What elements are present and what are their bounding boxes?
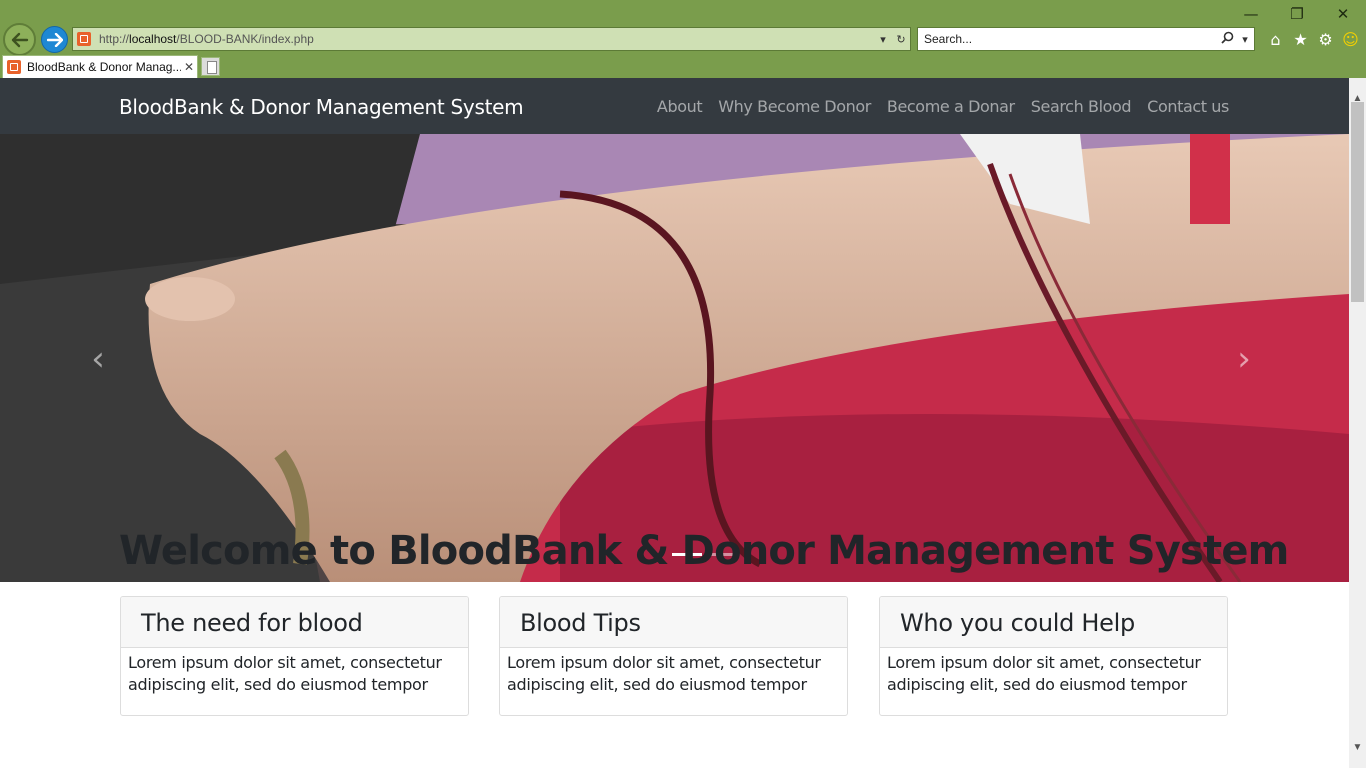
scroll-down-icon[interactable]: ▼ bbox=[1349, 739, 1366, 756]
site-favicon-icon bbox=[77, 32, 91, 46]
site-brand[interactable]: BloodBank & Donor Management System bbox=[119, 95, 524, 119]
carousel-prev-button[interactable]: ‹ bbox=[83, 339, 113, 379]
favorites-star-icon[interactable]: ★ bbox=[1291, 28, 1310, 50]
address-dropdown-icon[interactable]: ▾ bbox=[874, 33, 892, 46]
card-who-you-could-help: Who you could Help Lorem ipsum dolor sit… bbox=[879, 596, 1228, 716]
carousel-slide-image bbox=[0, 134, 1349, 582]
new-tab-button[interactable] bbox=[201, 57, 220, 76]
welcome-heading: Welcome to BloodBank & Donor Management … bbox=[119, 528, 1289, 574]
card-body: Lorem ipsum dolor sit amet, consectetur … bbox=[128, 653, 442, 694]
card-body: Lorem ipsum dolor sit amet, consectetur … bbox=[887, 653, 1201, 694]
smiley-feedback-icon[interactable]: ☺ bbox=[1341, 28, 1360, 50]
forward-arrow-icon bbox=[46, 32, 63, 47]
back-arrow-icon bbox=[11, 32, 28, 47]
search-input[interactable] bbox=[924, 32, 1218, 46]
browser-chrome: — ❐ ✕ http://localhost/BLOOD-BANK/index.… bbox=[0, 0, 1366, 78]
nav-link-contact-us[interactable]: Contact us bbox=[1147, 97, 1229, 116]
minimize-icon[interactable]: — bbox=[1228, 0, 1274, 28]
toolbar-icons: ⌂ ★ ⚙ ☺ bbox=[1266, 28, 1360, 50]
nav-links: About Why Become Donor Become a Donar Se… bbox=[657, 97, 1229, 116]
address-url: http://localhost/BLOOD-BANK/index.php bbox=[99, 32, 314, 46]
window-controls: — ❐ ✕ bbox=[1228, 0, 1366, 28]
tab-title: BloodBank & Donor Manag... bbox=[27, 60, 181, 74]
restore-icon[interactable]: ❐ bbox=[1274, 0, 1320, 28]
hero-carousel: ‹ › bbox=[0, 134, 1349, 582]
tab-close-icon[interactable]: ✕ bbox=[181, 60, 197, 74]
nav-link-about[interactable]: About bbox=[657, 97, 703, 116]
card-title: Blood Tips bbox=[500, 597, 847, 648]
refresh-icon[interactable]: ↻ bbox=[892, 33, 910, 46]
chevron-right-icon: › bbox=[1237, 339, 1251, 379]
site-navbar: BloodBank & Donor Management System Abou… bbox=[0, 78, 1349, 134]
nav-link-become-a-donar[interactable]: Become a Donar bbox=[887, 97, 1015, 116]
browser-tab[interactable]: BloodBank & Donor Manag... ✕ bbox=[2, 55, 198, 78]
forward-button[interactable] bbox=[41, 26, 68, 53]
card-need-for-blood: The need for blood Lorem ipsum dolor sit… bbox=[120, 596, 469, 716]
card-blood-tips: Blood Tips Lorem ipsum dolor sit amet, c… bbox=[499, 596, 848, 716]
chevron-left-icon: ‹ bbox=[91, 339, 105, 379]
search-icon[interactable] bbox=[1218, 31, 1236, 47]
settings-gear-icon[interactable]: ⚙ bbox=[1316, 28, 1335, 50]
card-title: Who you could Help bbox=[880, 597, 1227, 648]
close-window-icon[interactable]: ✕ bbox=[1320, 0, 1366, 28]
nav-link-why-become-donor[interactable]: Why Become Donor bbox=[718, 97, 871, 116]
address-bar[interactable]: http://localhost/BLOOD-BANK/index.php ▾ … bbox=[72, 27, 911, 51]
scrollbar-thumb[interactable] bbox=[1351, 102, 1364, 302]
tab-favicon-icon bbox=[7, 60, 21, 74]
home-icon[interactable]: ⌂ bbox=[1266, 28, 1285, 50]
carousel-next-button[interactable]: › bbox=[1229, 339, 1259, 379]
search-box[interactable]: ▾ bbox=[917, 27, 1255, 51]
search-dropdown-icon[interactable]: ▾ bbox=[1236, 33, 1254, 46]
nav-link-search-blood[interactable]: Search Blood bbox=[1031, 97, 1132, 116]
page-scrollbar[interactable]: ▲ ▼ bbox=[1349, 78, 1366, 768]
card-body: Lorem ipsum dolor sit amet, consectetur … bbox=[507, 653, 821, 694]
card-title: The need for blood bbox=[121, 597, 468, 648]
back-button[interactable] bbox=[3, 23, 36, 56]
